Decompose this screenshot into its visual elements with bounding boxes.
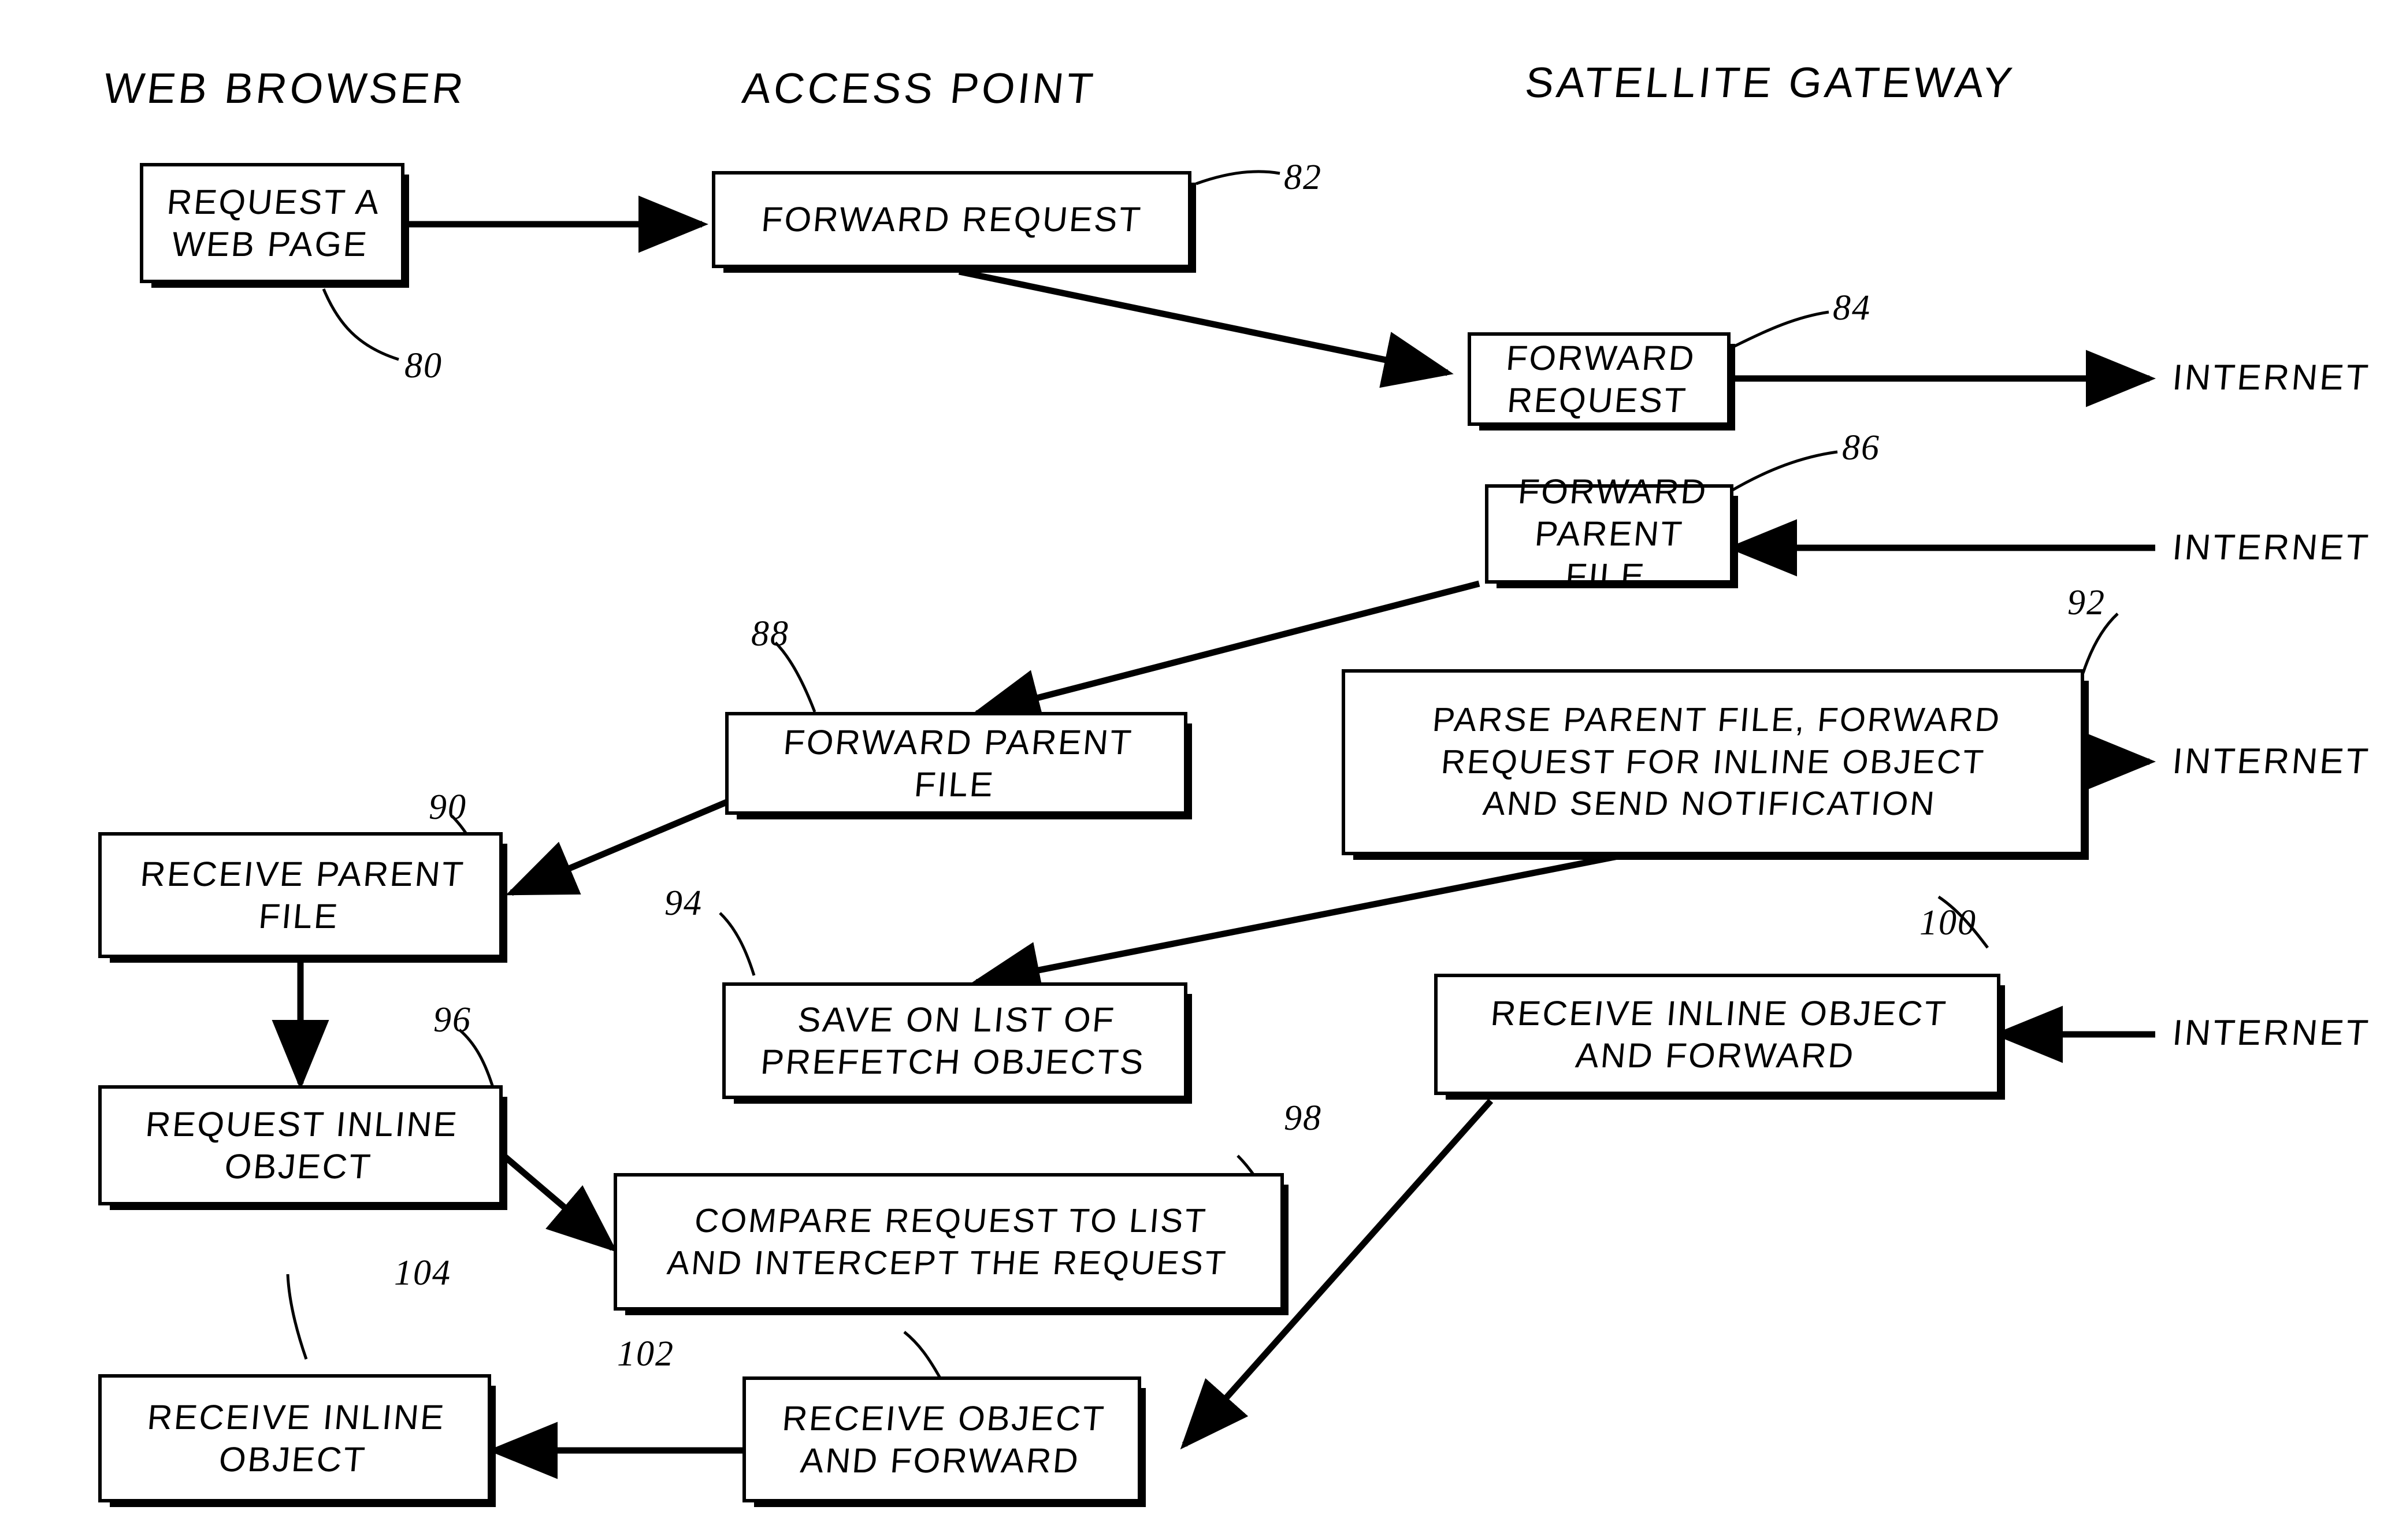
process-box-label: REQUEST A WEB PAGE bbox=[165, 182, 383, 264]
reference-numeral-104: 104 bbox=[394, 1253, 451, 1293]
process-box-label: FORWARD REQUEST bbox=[759, 200, 1144, 239]
process-box-receive-inline-object[interactable]: RECEIVE INLINE OBJECT bbox=[98, 1374, 491, 1502]
internet-label-1: INTERNET bbox=[2170, 358, 2372, 398]
process-box-label: PARSE PARENT FILE, FORWARD REQUEST FOR I… bbox=[1431, 701, 2003, 823]
connector-82-to-84 bbox=[958, 268, 1454, 388]
reference-numeral-100: 100 bbox=[1919, 903, 1977, 942]
process-box-forward-request-sg[interactable]: FORWARD REQUEST bbox=[1468, 332, 1731, 426]
process-box-request-a-web-page[interactable]: REQUEST A WEB PAGE bbox=[140, 163, 404, 283]
reference-numeral-94: 94 bbox=[664, 884, 703, 923]
internet-label-3: INTERNET bbox=[2170, 741, 2372, 781]
process-box-receive-inline-object-and-forward[interactable]: RECEIVE INLINE OBJECT AND FORWARD bbox=[1434, 974, 2000, 1095]
process-box-forward-parent-file-ap[interactable]: FORWARD PARENT FILE bbox=[725, 712, 1187, 815]
process-box-label: RECEIVE INLINE OBJECT AND FORWARD bbox=[1489, 993, 1950, 1075]
process-box-label: REQUEST INLINE OBJECT bbox=[144, 1104, 461, 1186]
internet-label-2: INTERNET bbox=[2170, 528, 2372, 567]
process-box-label: RECEIVE INLINE OBJECT bbox=[146, 1397, 447, 1479]
process-box-compare-request-to-list[interactable]: COMPARE REQUEST TO LIST AND INTERCEPT TH… bbox=[614, 1173, 1284, 1311]
column-header-satellite-gateway: SATELLITE GATEWAY bbox=[1523, 58, 2018, 106]
process-box-receive-parent-file[interactable]: RECEIVE PARENT FILE bbox=[98, 832, 503, 958]
process-box-label: FORWARD PARENT FILE bbox=[782, 722, 1135, 804]
reference-numeral-102: 102 bbox=[617, 1334, 674, 1374]
reference-numeral-90: 90 bbox=[429, 788, 467, 827]
reference-numeral-82: 82 bbox=[1284, 158, 1322, 197]
reference-numeral-86: 86 bbox=[1842, 428, 1880, 467]
reference-numeral-84: 84 bbox=[1833, 288, 1871, 328]
connector-88-to-90 bbox=[505, 797, 733, 896]
reference-numeral-92: 92 bbox=[2067, 583, 2106, 622]
process-box-request-inline-object[interactable]: REQUEST INLINE OBJECT bbox=[98, 1085, 503, 1205]
connector-96-to-98 bbox=[495, 1147, 618, 1253]
figure-canvas: WEB BROWSER ACCESS POINT SATELLITE GATEW… bbox=[0, 0, 2406, 1540]
process-box-receive-object-and-forward[interactable]: RECEIVE OBJECT AND FORWARD bbox=[742, 1376, 1141, 1502]
process-box-forward-request-ap[interactable]: FORWARD REQUEST bbox=[712, 171, 1191, 268]
process-box-parse-parent-file[interactable]: PARSE PARENT FILE, FORWARD REQUEST FOR I… bbox=[1342, 669, 2084, 855]
process-box-forward-parent-file-sg[interactable]: FORWARD PARENT FILE bbox=[1485, 472, 1733, 596]
internet-label-4: INTERNET bbox=[2170, 1013, 2372, 1053]
process-box-label: RECEIVE PARENT FILE bbox=[138, 854, 466, 936]
column-header-access-point: ACCESS POINT bbox=[740, 64, 1098, 112]
process-box-label: FORWARD REQUEST bbox=[1504, 338, 1698, 420]
process-box-label: COMPARE REQUEST TO LIST AND INTERCEPT TH… bbox=[665, 1201, 1229, 1282]
reference-numeral-88: 88 bbox=[751, 614, 789, 654]
process-box-label: RECEIVE OBJECT AND FORWARD bbox=[780, 1398, 1107, 1480]
reference-numeral-98: 98 bbox=[1284, 1099, 1322, 1138]
process-box-label: FORWARD PARENT FILE bbox=[1516, 472, 1710, 596]
connector-92-to-94 bbox=[970, 852, 1625, 999]
process-box-save-on-list-of-prefetch-objects[interactable]: SAVE ON LIST OF PREFETCH OBJECTS bbox=[722, 982, 1187, 1099]
reference-numeral-96: 96 bbox=[433, 1000, 471, 1040]
process-box-label: SAVE ON LIST OF PREFETCH OBJECTS bbox=[759, 1000, 1147, 1081]
reference-numeral-80: 80 bbox=[404, 346, 443, 385]
column-header-web-browser: WEB BROWSER bbox=[101, 64, 469, 112]
